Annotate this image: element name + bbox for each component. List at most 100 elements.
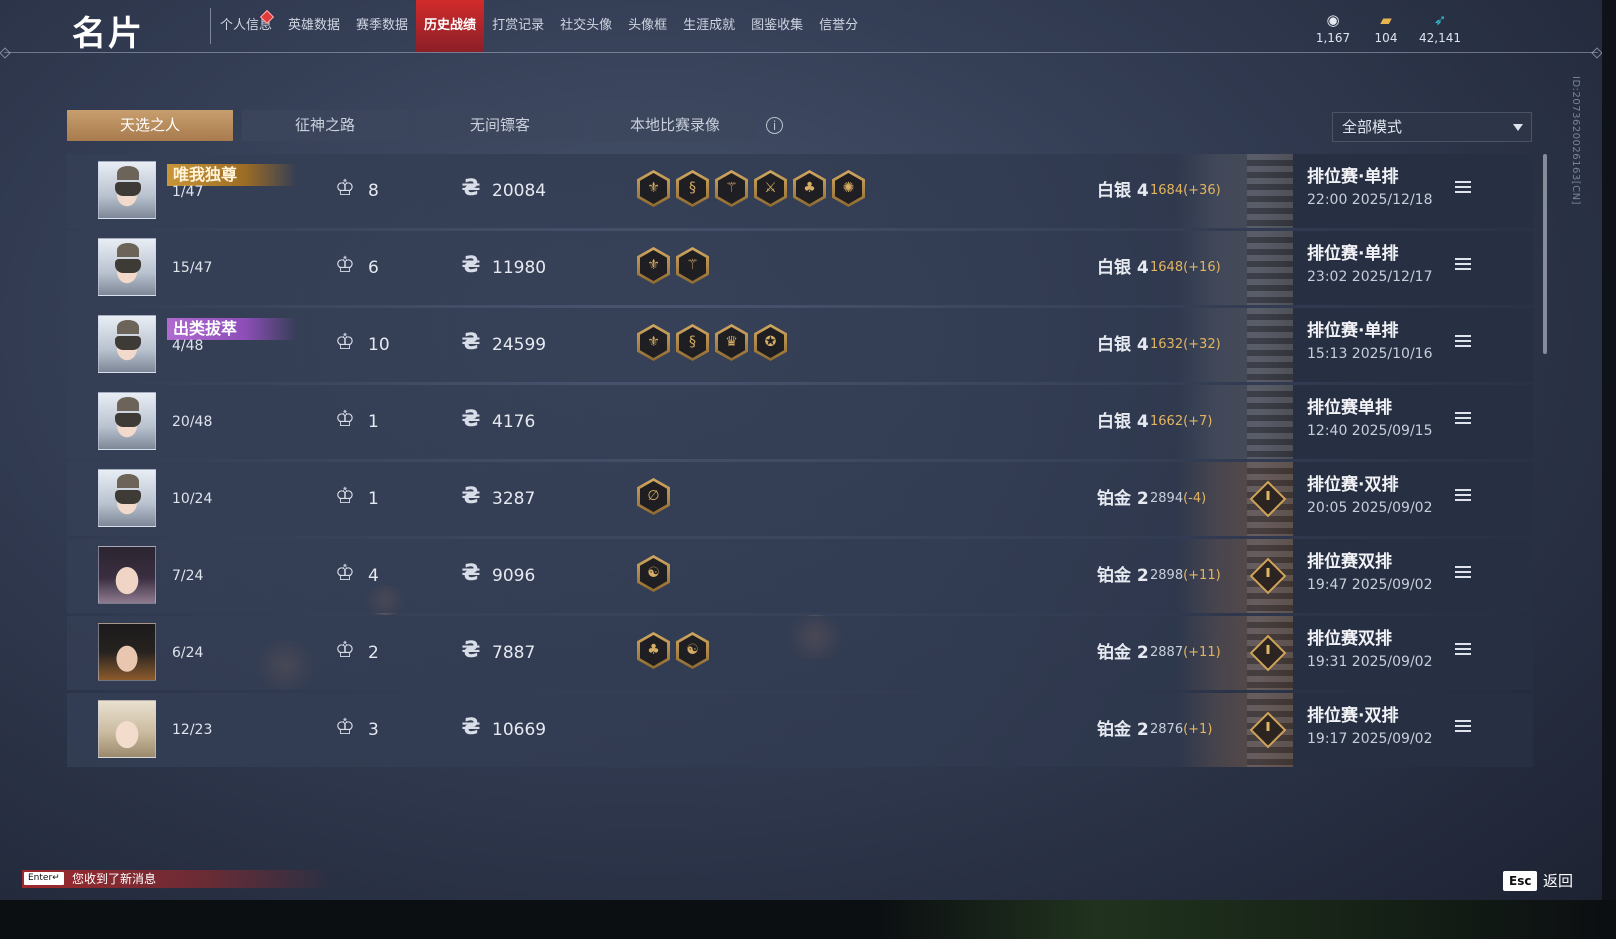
achievement-badge-icon[interactable]: ⚜ xyxy=(637,170,670,207)
score-icon: ₴ xyxy=(461,176,481,201)
badge-glyph: ∅ xyxy=(640,481,667,512)
match-detail-menu-icon[interactable] xyxy=(1455,489,1471,503)
ornament-pillar xyxy=(1247,154,1293,228)
tab-local-replays[interactable]: 本地比赛录像 xyxy=(592,110,758,141)
achievement-badge-icon[interactable]: ♣ xyxy=(793,170,826,207)
achievement-badge-icon[interactable]: ✺ xyxy=(832,170,865,207)
tab-god-path[interactable]: 征神之路 xyxy=(242,110,408,141)
match-detail-menu-icon[interactable] xyxy=(1455,181,1471,195)
achievement-badge-icon[interactable]: ⚚ xyxy=(715,170,748,207)
badge-glyph: ⚜ xyxy=(640,173,667,204)
nav-tab-5[interactable]: 社交头像 xyxy=(552,0,620,52)
achievement-badge-icon[interactable]: ✪ xyxy=(754,324,787,361)
match-detail-menu-icon[interactable] xyxy=(1455,258,1471,272)
match-row[interactable]: 唯我独尊 1/47 ♔ 8 ₴ 20084 ⚜ § ⚚ ⚔ ♣ ✺ 白银 4 1684(+36) 排位赛·单… xyxy=(67,154,1533,228)
mode-filter-value: 全部模式 xyxy=(1342,118,1403,136)
title-divider xyxy=(210,8,211,44)
placement-rank: 4/48 xyxy=(172,338,204,354)
achievement-badge-icon[interactable]: ⚜ xyxy=(637,324,670,361)
achievement-badge-icon[interactable]: ♣ xyxy=(637,632,670,669)
achievement-badge-icon[interactable]: § xyxy=(676,170,709,207)
placement-rank: 6/24 xyxy=(172,645,204,661)
tab-escort[interactable]: 无间镖客 xyxy=(417,110,583,141)
match-row[interactable]: 6/24 ♔ 2 ₴ 7887 ♣ ☯ 铂金 2 2887(+11) 排位赛双排 19:31 202… xyxy=(67,616,1533,690)
achievement-badges: ∅ xyxy=(637,478,676,515)
match-mode-panel: 排位赛·双排 20:05 2025/09/02 xyxy=(1293,462,1533,536)
rating-delta: (+36) xyxy=(1183,183,1221,198)
player-id: ID:2073620026163[CN] xyxy=(1570,76,1581,205)
ornament-pillar xyxy=(1247,231,1293,305)
match-score: 4176 xyxy=(492,412,536,432)
match-mode-panel: 排位赛双排 19:31 2025/09/02 xyxy=(1293,616,1533,690)
achievement-badge-icon[interactable]: ⚔ xyxy=(754,170,787,207)
tab-chosen-one[interactable]: 天选之人 xyxy=(67,110,233,141)
esc-key-hint[interactable]: Esc xyxy=(1503,871,1538,891)
match-row[interactable]: 出类拔萃 4/48 ♔ 10 ₴ 24599 ⚜ § ♛ ✪ 白银 4 1632(+32) 排位赛·单排… xyxy=(67,308,1533,382)
match-row[interactable]: 15/47 ♔ 6 ₴ 11980 ⚜ ⚚ 白银 4 1648(+16) 排位赛·单排 23:02 … xyxy=(67,231,1533,305)
tier-label: 白银 4 xyxy=(1097,335,1149,355)
match-detail-menu-icon[interactable] xyxy=(1455,720,1471,734)
currency-value: 104 xyxy=(1374,31,1398,45)
score-icon: ₴ xyxy=(461,484,481,509)
score-icon: ₴ xyxy=(461,638,481,663)
score-icon: ₴ xyxy=(461,715,481,740)
score-icon: ₴ xyxy=(461,253,481,278)
hero-avatar xyxy=(98,161,156,219)
rating-value: 1684(+36) xyxy=(1150,154,1221,228)
achievement-badge-icon[interactable]: ⚜ xyxy=(637,247,670,284)
match-row[interactable]: 12/23 ♔ 3 ₴ 10669 铂金 2 2876(+1) 排位赛·双排 19:17 202… xyxy=(67,693,1533,767)
back-button[interactable]: 返回 xyxy=(1543,870,1573,892)
match-score: 3287 xyxy=(492,489,536,509)
info-icon[interactable]: i xyxy=(766,117,783,134)
achievement-badge-icon[interactable]: ☯ xyxy=(637,555,670,592)
rating-points: 2894 xyxy=(1150,491,1184,506)
nav-tab-9[interactable]: 信誉分 xyxy=(811,0,866,52)
kills-icon: ♔ xyxy=(335,561,355,586)
match-mode-panel: 排位赛·单排 22:00 2025/12/18 xyxy=(1293,154,1533,228)
badge-glyph: ⚜ xyxy=(640,327,667,358)
match-mode-panel: 排位赛·双排 19:17 2025/09/02 xyxy=(1293,693,1533,767)
match-detail-menu-icon[interactable] xyxy=(1455,335,1471,349)
achievement-badge-icon[interactable]: ∅ xyxy=(637,478,670,515)
achievement-badge-icon[interactable]: ⚚ xyxy=(676,247,709,284)
rating-points: 1662 xyxy=(1150,414,1184,429)
mode-tabs: 天选之人 征神之路 无间镖客 本地比赛录像 xyxy=(67,110,767,141)
match-mode-panel: 排位赛单排 12:40 2025/09/15 xyxy=(1293,385,1533,459)
match-mode: 排位赛·双排 xyxy=(1307,706,1399,726)
top-bar: 名片 个人信息 英雄数据 赛季数据 历史战绩 打赏记录 社交头像 头像框 生涯成就 图鉴收集 信誉… xyxy=(0,0,1602,54)
rating-value: 1648(+16) xyxy=(1150,231,1221,305)
rating-points: 2898 xyxy=(1150,568,1184,583)
badge-glyph: ☯ xyxy=(640,558,667,589)
ornament-pillar xyxy=(1247,308,1293,382)
header-divider xyxy=(4,52,1598,53)
match-row[interactable]: 10/24 ♔ 1 ₴ 3287 ∅ 铂金 2 2894(-4) 排位赛·双排 20:05 202… xyxy=(67,462,1533,536)
achievement-badge-icon[interactable]: ☯ xyxy=(676,632,709,669)
achievement-badge-icon[interactable]: § xyxy=(676,324,709,361)
match-mode: 排位赛双排 xyxy=(1307,552,1392,572)
match-detail-menu-icon[interactable] xyxy=(1455,412,1471,426)
rating-delta: (+11) xyxy=(1183,645,1221,660)
match-row[interactable]: 20/48 ♔ 1 ₴ 4176 白银 4 1662(+7) 排位赛单排 12:40 2025/… xyxy=(67,385,1533,459)
nav-tab-7[interactable]: 生涯成就 xyxy=(675,0,743,52)
achievement-badges: ⚜ § ⚚ ⚔ ♣ ✺ xyxy=(637,170,871,207)
match-detail-menu-icon[interactable] xyxy=(1455,566,1471,580)
nav-tab-8[interactable]: 图鉴收集 xyxy=(743,0,811,52)
badge-glyph: ♛ xyxy=(718,327,745,358)
match-row[interactable]: 7/24 ♔ 4 ₴ 9096 ☯ 铂金 2 2898(+11) 排位赛双排 19:47 2025… xyxy=(67,539,1533,613)
match-time: 19:17 2025/09/02 xyxy=(1307,731,1433,747)
new-message-notice[interactable]: Enter↵ 您收到了新消息 xyxy=(22,870,332,888)
list-scrollbar[interactable] xyxy=(1543,154,1547,354)
nav-tab-3[interactable]: 历史战绩 xyxy=(416,0,485,52)
nav-tab-4[interactable]: 打赏记录 xyxy=(484,0,552,52)
match-detail-menu-icon[interactable] xyxy=(1455,643,1471,657)
hero-avatar xyxy=(98,469,156,527)
achievement-badge-icon[interactable]: ♛ xyxy=(715,324,748,361)
nav-tab-0[interactable]: 个人信息 xyxy=(212,0,280,52)
nav-tab-1[interactable]: 英雄数据 xyxy=(280,0,348,52)
nav-tab-6[interactable]: 头像框 xyxy=(620,0,675,52)
nav-tab-2[interactable]: 赛季数据 xyxy=(348,0,416,52)
kills-icon: ♔ xyxy=(335,638,355,663)
currency-feathers: ➶ 42,141 xyxy=(1410,10,1470,45)
mode-filter-dropdown[interactable]: 全部模式 xyxy=(1332,112,1532,142)
match-score: 10669 xyxy=(492,720,547,740)
